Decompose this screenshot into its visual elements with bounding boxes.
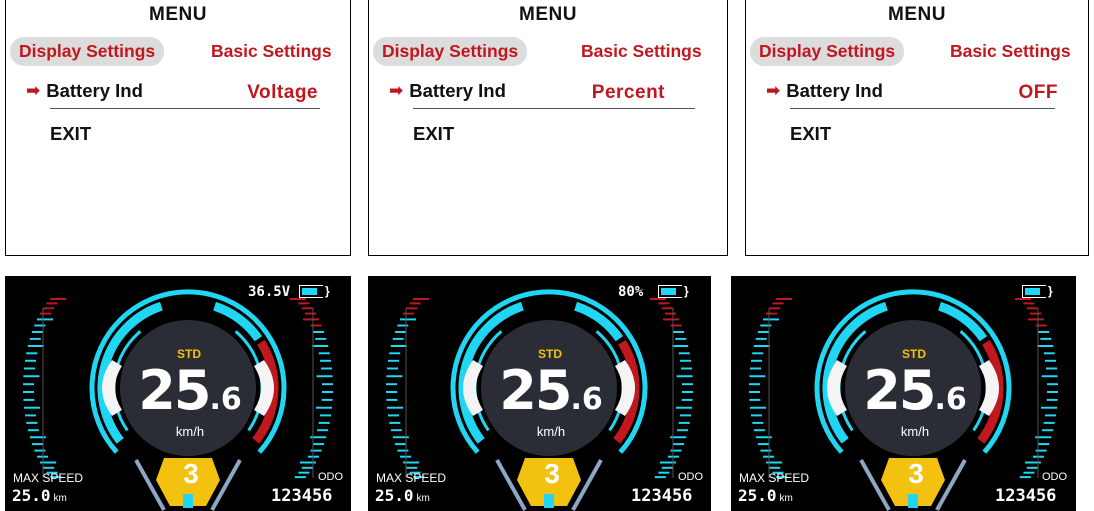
current-speed: 25.6 [476, 360, 626, 431]
assist-level: 3 [183, 458, 199, 489]
battery-icon [299, 285, 323, 298]
speed-integer: 25 [863, 359, 936, 422]
speed-unit: km/h [900, 424, 930, 439]
speed-unit: km/h [175, 424, 205, 439]
assist-level: 3 [544, 458, 560, 489]
battery-voltage-text: 36.5V [248, 284, 291, 300]
tab-basic-settings[interactable]: Basic Settings [581, 37, 702, 66]
menu-panel-voltage: MENU Display Settings Basic Settings ➡ Ba… [5, 0, 351, 256]
assist-level-indicator [908, 494, 918, 508]
battery-cap-icon: } [1048, 284, 1053, 298]
divider [790, 108, 1055, 109]
menu-item-exit[interactable]: EXIT [413, 123, 454, 145]
max-speed-number: 25.0 [12, 486, 51, 505]
menu-panel-off: MENU Display Settings Basic Settings ➡ Ba… [745, 0, 1089, 256]
battery-cap-icon: } [325, 284, 330, 298]
battery-icon [1022, 285, 1046, 298]
tab-display-settings[interactable]: Display Settings [373, 37, 528, 66]
battery-level-fill [302, 288, 318, 295]
max-speed-value: 25.0 km [375, 486, 430, 505]
max-speed-label: MAX SPEED [376, 471, 447, 485]
battery-ind-value[interactable]: OFF [1019, 82, 1059, 104]
dashboard-percent: 80% } STD 25.6 km/h 3 MAX SPEED 25.0 km O… [368, 276, 711, 511]
max-speed-number: 25.0 [738, 486, 777, 505]
speed-integer: 25 [499, 359, 572, 422]
battery-cap-icon: } [684, 284, 689, 298]
speed-integer: 25 [138, 359, 211, 422]
menu-title: MENU [519, 4, 577, 25]
menu-item-battery-ind[interactable]: ➡ Battery Ind [389, 80, 506, 102]
dashboard-voltage: 36.5V } STD 25.6 km/h 3 MAX SPEED 25.0 km… [5, 276, 351, 511]
speed-unit: km/h [536, 424, 566, 439]
battery-ind-value[interactable]: Percent [592, 82, 665, 104]
divider [50, 108, 320, 109]
menu-item-battery-ind[interactable]: ➡ Battery Ind [766, 80, 883, 102]
odo-label: ODO [678, 471, 704, 483]
menu-title: MENU [888, 4, 946, 25]
battery-ind-value[interactable]: Voltage [247, 82, 318, 104]
arrow-right-icon: ➡ [26, 81, 41, 100]
max-speed-unit: km [53, 493, 67, 504]
max-speed-unit: km [416, 493, 430, 504]
odo-value: 123456 [271, 486, 333, 506]
current-speed: 25.6 [840, 360, 990, 431]
max-speed-label: MAX SPEED [13, 471, 84, 485]
tab-display-settings[interactable]: Display Settings [10, 37, 165, 66]
dashboard-off: } STD 25.6 km/h 3 MAX SPEED 25.0 km ODO 1… [731, 276, 1076, 511]
current-speed: 25.6 [115, 360, 265, 431]
menu-title: MENU [149, 4, 207, 25]
menu-panel-percent: MENU Display Settings Basic Settings ➡ Ba… [368, 0, 728, 256]
menu-item-label: Battery Ind [409, 80, 506, 101]
battery-level-fill [661, 288, 677, 295]
speed-decimal: .6 [209, 382, 242, 417]
max-speed-unit: km [779, 493, 793, 504]
divider [413, 108, 695, 109]
assist-level-indicator [183, 494, 193, 508]
menu-item-label: Battery Ind [786, 80, 883, 101]
arrow-right-icon: ➡ [766, 81, 781, 100]
tab-basic-settings[interactable]: Basic Settings [211, 37, 332, 66]
max-speed-value: 25.0 km [738, 486, 793, 505]
menu-item-battery-ind[interactable]: ➡ Battery Ind [26, 80, 143, 102]
menu-item-label: Battery Ind [46, 80, 143, 101]
battery-icon [658, 285, 682, 298]
tab-display-settings[interactable]: Display Settings [750, 37, 905, 66]
odo-value: 123456 [995, 486, 1057, 506]
assist-level-indicator [544, 494, 554, 508]
battery-percent-text: 80% [618, 284, 644, 300]
speed-decimal: .6 [934, 382, 967, 417]
max-speed-label: MAX SPEED [739, 471, 810, 485]
speed-decimal: .6 [570, 382, 603, 417]
tab-basic-settings[interactable]: Basic Settings [950, 37, 1071, 66]
odo-value: 123456 [631, 486, 693, 506]
battery-level-fill [1025, 288, 1041, 295]
menu-item-exit[interactable]: EXIT [790, 123, 831, 145]
odo-label: ODO [1042, 471, 1068, 483]
odo-label: ODO [318, 471, 344, 483]
assist-level: 3 [908, 458, 924, 489]
arrow-right-icon: ➡ [389, 81, 404, 100]
max-speed-number: 25.0 [375, 486, 414, 505]
max-speed-value: 25.0 km [12, 486, 67, 505]
menu-item-exit[interactable]: EXIT [50, 123, 91, 145]
